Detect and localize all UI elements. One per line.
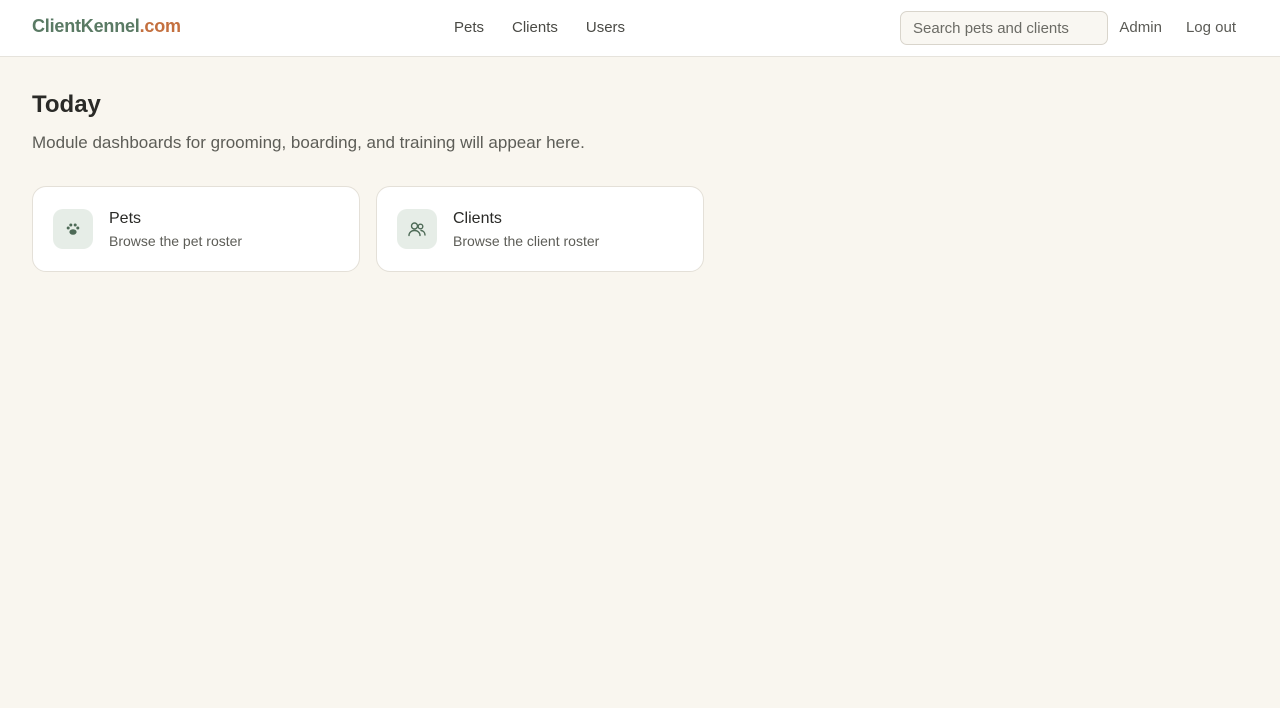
- pets-card-title: Pets: [109, 209, 142, 227]
- brand-name: ClientKennel: [32, 16, 140, 36]
- search-input[interactable]: [900, 11, 1108, 45]
- pets-card[interactable]: Pets Browse the pet roster: [32, 186, 360, 272]
- page-title: Today: [32, 91, 101, 118]
- clients-card-description: Browse the client roster: [453, 232, 600, 249]
- nav-link-clients[interactable]: Clients: [512, 19, 558, 36]
- paw-icon: [53, 209, 93, 249]
- main-content: Today Module dashboards for grooming, bo…: [0, 57, 1280, 272]
- module-cards: Pets Browse the pet roster Clients Brows…: [32, 186, 1248, 272]
- users-icon: [397, 209, 437, 249]
- nav-link-users[interactable]: Users: [586, 19, 625, 36]
- admin-link[interactable]: Admin: [1119, 19, 1162, 36]
- nav-link-pets[interactable]: Pets: [454, 19, 484, 36]
- account-links: Admin Log out: [1119, 19, 1236, 36]
- clients-card-title: Clients: [453, 209, 502, 227]
- clients-card[interactable]: Clients Browse the client roster: [376, 186, 704, 272]
- brand-logo-link[interactable]: ClientKennel.com: [32, 16, 181, 37]
- main-nav: Pets Clients Users: [454, 19, 625, 36]
- pets-card-description: Browse the pet roster: [109, 232, 243, 249]
- top-navigation-bar: ClientKennel.com Pets Clients Users Admi…: [0, 0, 1280, 57]
- brand-domain: .com: [139, 16, 181, 36]
- logout-link[interactable]: Log out: [1186, 19, 1236, 36]
- page-subtitle: Module dashboards for grooming, boarding…: [32, 133, 585, 152]
